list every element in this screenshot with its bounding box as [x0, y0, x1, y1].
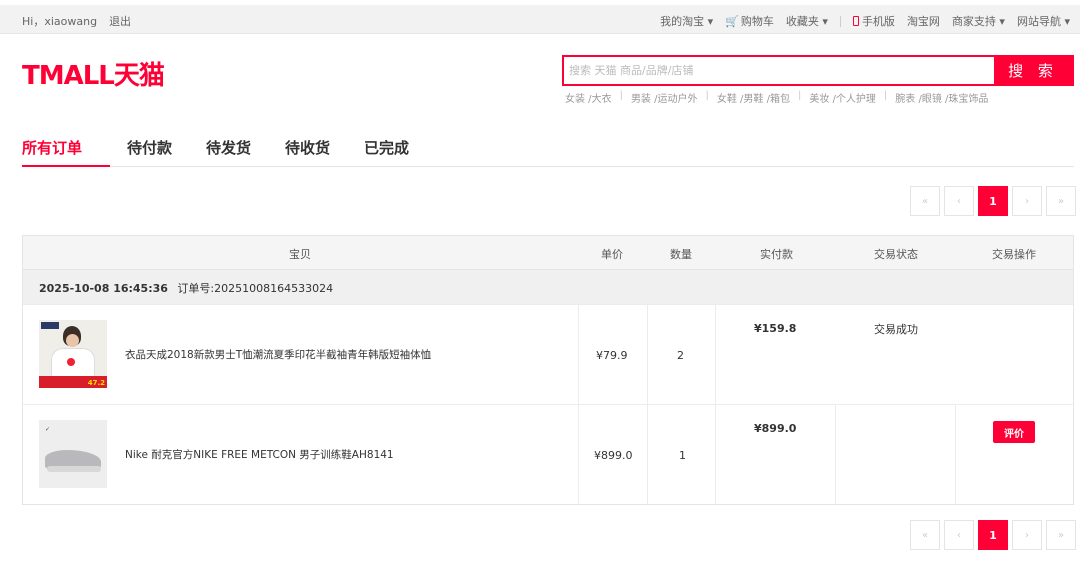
rate-button[interactable]: 评价 [993, 421, 1035, 443]
page-1-button[interactable]: 1 [978, 520, 1008, 550]
col-quantity: 数量 [670, 248, 692, 261]
search-button[interactable]: 搜 索 [994, 57, 1072, 84]
tab-pending-receipt[interactable]: 待收货 [285, 134, 330, 167]
col-item: 宝贝 [289, 248, 311, 261]
pager-bottom: « ‹ 1 › » [910, 520, 1076, 550]
last-page-button[interactable]: » [1046, 186, 1076, 216]
hotword-link[interactable]: 美妆 /个人护理 [809, 90, 876, 105]
search-input[interactable] [564, 57, 994, 84]
hotword-link[interactable]: 男装 /运动户外 [631, 90, 698, 105]
phone-icon [852, 16, 859, 26]
top-bar: Hi，xiaowang 退出 我的淘宝 ▾ 🛒 购物车 收藏夹 ▾ 手机版 淘宝网… [0, 5, 1080, 34]
paid-amount: ¥159.8 [754, 322, 797, 335]
my-taobao-link[interactable]: 我的淘宝 ▾ [660, 13, 713, 29]
next-page-button[interactable]: › [1012, 186, 1042, 216]
product-image[interactable]: ✓ [39, 420, 107, 488]
table-row: ✓ Nike 耐克官方NIKE FREE METCON 男子训练鞋AH8141 … [23, 404, 1073, 504]
sitenav-link[interactable]: 网站导航 ▾ [1017, 13, 1070, 29]
cart-icon: 🛒 [725, 15, 739, 28]
order-header: 2025-10-08 16:45:36 订单号:2025100816453302… [23, 270, 1073, 304]
favorites-link[interactable]: 收藏夹 ▾ [786, 13, 828, 29]
table-row: 47.2 衣品天成2018新款男士T恤潮流夏季印花半截袖青年韩版短袖体恤 ¥79… [23, 304, 1073, 404]
divider: | [619, 90, 623, 101]
next-page-button[interactable]: › [1012, 520, 1042, 550]
hotword-link[interactable]: 女装 /大衣 [565, 90, 612, 105]
col-status: 交易状态 [874, 248, 918, 261]
order-date: 2025-10-08 16:45:36 [39, 282, 168, 295]
paid-amount: ¥899.0 [754, 422, 797, 435]
col-paid: 实付款 [760, 248, 793, 261]
order-number: 订单号:20251008164533024 [177, 282, 334, 295]
tab-all-orders[interactable]: 所有订单 [22, 134, 110, 167]
greeting[interactable]: Hi，xiaowang [22, 13, 97, 29]
mobile-link[interactable]: 手机版 [852, 13, 895, 29]
order-tabs: 所有订单 待付款 待发货 待收货 已完成 [22, 134, 1074, 167]
quantity: 1 [679, 449, 686, 462]
merchant-link[interactable]: 商家支持 ▾ [952, 13, 1005, 29]
unit-price: ¥79.9 [596, 349, 628, 362]
hotword-link[interactable]: 腕表 /眼镜 /珠宝饰品 [895, 90, 988, 105]
page-1-button[interactable]: 1 [978, 186, 1008, 216]
cart-link[interactable]: 🛒 购物车 [725, 13, 774, 29]
product-title[interactable]: 衣品天成2018新款男士T恤潮流夏季印花半截袖青年韩版短袖体恤 [125, 347, 431, 362]
prev-page-button[interactable]: ‹ [944, 186, 974, 216]
quantity: 2 [677, 349, 684, 362]
product-image[interactable]: 47.2 [39, 320, 107, 388]
prev-page-button[interactable]: ‹ [944, 520, 974, 550]
divider: | [797, 90, 802, 101]
hotword-link[interactable]: 女鞋 /男鞋 /箱包 [717, 90, 790, 105]
table-header: 宝贝 单价 数量 实付款 交易状态 交易操作 [23, 236, 1073, 270]
product-title[interactable]: Nike 耐克官方NIKE FREE METCON 男子训练鞋AH8141 [125, 447, 394, 462]
orders-table: 宝贝 单价 数量 实付款 交易状态 交易操作 2025-10-08 16:45:… [22, 235, 1074, 505]
tab-completed[interactable]: 已完成 [364, 134, 409, 167]
tab-pending-payment[interactable]: 待付款 [127, 134, 172, 167]
logout-link[interactable]: 退出 [109, 13, 131, 29]
col-action: 交易操作 [992, 248, 1036, 261]
nike-logo: ✓ [45, 426, 51, 433]
last-page-button[interactable]: » [1046, 520, 1076, 550]
divider: | [705, 90, 709, 101]
first-page-button[interactable]: « [910, 186, 940, 216]
taobao-link[interactable]: 淘宝网 [907, 13, 940, 29]
search-box: 搜 索 [562, 55, 1074, 86]
unit-price: ¥899.0 [594, 449, 633, 462]
tmall-logo[interactable]: TMALL天猫 [22, 55, 165, 92]
tab-pending-shipment[interactable]: 待发货 [206, 134, 251, 167]
pager-top: « ‹ 1 › » [910, 186, 1076, 216]
first-page-button[interactable]: « [910, 520, 940, 550]
order-status: 交易成功 [874, 323, 918, 336]
divider: | [883, 90, 888, 101]
col-unit-price: 单价 [601, 248, 623, 261]
hotwords: 女装 /大衣 | 男装 /运动户外 | 女鞋 /男鞋 /箱包 | 美妆 /个人护理 | … [565, 90, 988, 105]
divider [839, 15, 841, 27]
